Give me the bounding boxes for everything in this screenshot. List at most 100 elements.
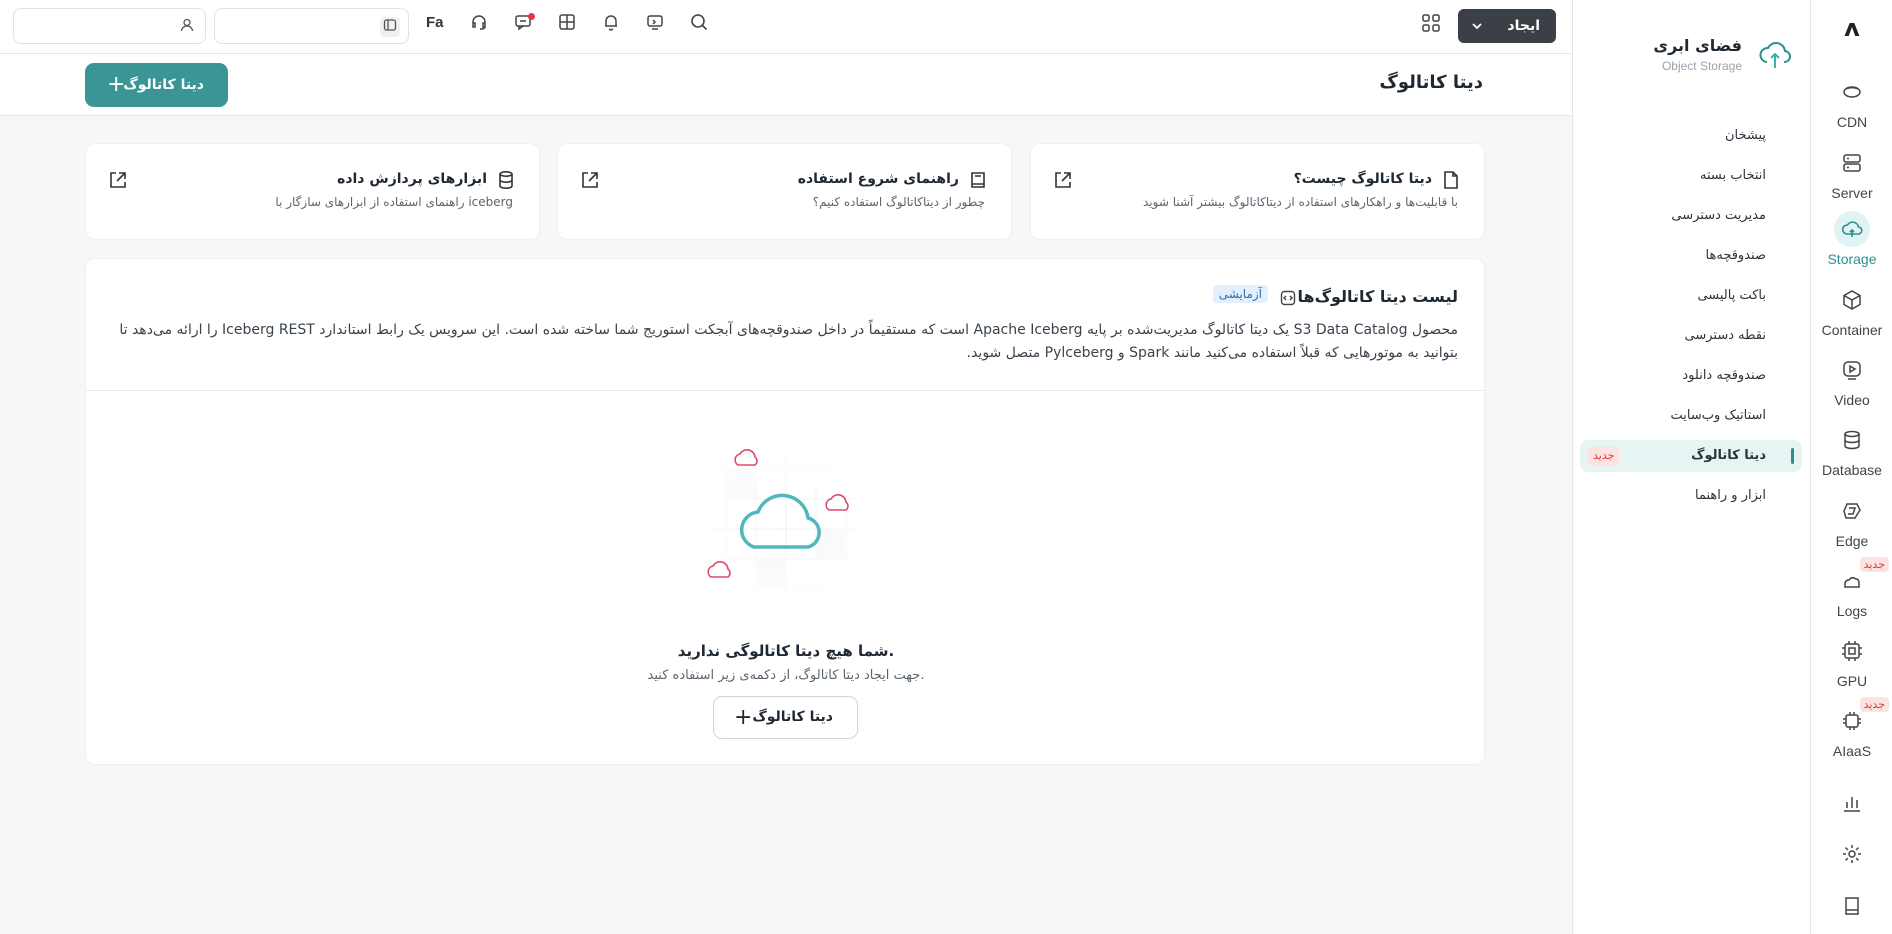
plus-icon: + (107, 72, 126, 97)
sidebar-item-label: ابزار و راهنما (1695, 488, 1766, 503)
sidebar-toggle-icon (380, 17, 400, 37)
rail-item-storage[interactable]: Storage (1811, 211, 1892, 267)
empty-state-title: شما هیچ دیتا کاتالوگی ندارید. (677, 642, 895, 660)
rail-item-gpu[interactable]: GPU (1811, 633, 1892, 689)
empty-state-illustration (686, 429, 886, 619)
rail-item-settings[interactable] (1811, 836, 1892, 872)
rail-item-cdn[interactable]: CDN (1811, 74, 1892, 130)
chat-icon[interactable] (510, 13, 536, 39)
rail-item-label: GPU (1836, 673, 1868, 689)
company-logo[interactable]: ʌ (1811, 14, 1892, 46)
new-badge: جدید (1859, 697, 1889, 712)
sidebar-item-label: نقطه دسترسی (1684, 328, 1766, 343)
rail-item-edge[interactable]: Edge (1811, 493, 1892, 549)
search-input[interactable] (214, 8, 409, 44)
sidebar-item-label: صندوقچه دانلود (1682, 368, 1766, 383)
card-getting-started[interactable]: راهنمای شروع استفاده چطور از دیتاکاتالوگ… (557, 143, 1012, 240)
sidebar-item-access-management[interactable]: مدیریت دسترسی (1580, 200, 1802, 232)
add-data-catalog-label: دیتا کاتالوگ (123, 77, 204, 93)
card-title: راهنمای شروع استفاده (797, 171, 959, 187)
sidebar-item-download-bucket[interactable]: صندوقچه دانلود (1580, 360, 1802, 392)
sidebar-item-label: پیشخان (1724, 128, 1766, 143)
server-icon (1834, 145, 1870, 181)
screen-icon[interactable] (642, 13, 668, 39)
empty-state-desc: جهت ایجاد دیتا کاتالوگ، از دکمه‌ی زیر اس… (647, 668, 925, 683)
catalog-list-panel: لیست دیتا کاتالوگ‌ها آزمایشی محصول S3 Da… (85, 258, 1486, 765)
sidebar-item-label: دیتا کاتالوگ (1691, 448, 1766, 463)
rail-item-video[interactable]: Video (1811, 352, 1892, 408)
sidebar-item-label: استاتیک وب‌سایت (1670, 408, 1766, 423)
chart-icon (1834, 785, 1870, 821)
calculator-icon[interactable] (554, 13, 580, 39)
rail-item-container[interactable]: Container (1811, 282, 1892, 338)
rail-item-reports[interactable] (1811, 785, 1892, 821)
sidebar-item-data-catalog[interactable]: دیتا کاتالوگ جدید (1580, 440, 1802, 472)
chevron-down-icon (1472, 9, 1482, 58)
plus-icon: + (734, 705, 753, 730)
external-link-icon[interactable] (1053, 170, 1073, 194)
user-field[interactable] (13, 8, 206, 44)
sidebar-item-buckets[interactable]: صندوقچه‌ها (1580, 240, 1802, 272)
rail-item-server[interactable]: Server (1811, 145, 1892, 201)
new-badge: جدید (1859, 557, 1889, 572)
sidebar-item-dashboard[interactable]: پیشخان (1580, 120, 1802, 152)
top-bar: ایجاد Fa (0, 0, 1574, 54)
product-rail: ʌ CDN Server Storage Container Video Dat… (1810, 0, 1892, 934)
sidebar-item-access-point[interactable]: نقطه دسترسی (1580, 320, 1802, 352)
brand: فضای ابری Object Storage (1582, 34, 1792, 84)
page-title: دیتا کاتالوگ (1379, 72, 1483, 93)
secondary-sidebar: فضای ابری Object Storage پیشخان انتخاب ب… (1572, 0, 1810, 934)
book-icon (1834, 888, 1870, 924)
external-link-icon[interactable] (108, 170, 128, 194)
search-icon[interactable] (686, 13, 712, 39)
add-data-catalog-button[interactable]: دیتا کاتالوگ + (85, 63, 228, 107)
bell-icon[interactable] (598, 13, 624, 39)
cube-icon (1834, 282, 1870, 318)
sidebar-item-bucket-policy[interactable]: باکت پالیسی (1580, 280, 1802, 312)
language-switch[interactable]: Fa (426, 14, 444, 31)
divider (86, 390, 1486, 391)
rail-item-docs[interactable] (1811, 888, 1892, 924)
sidebar-item-label: صندوقچه‌ها (1705, 248, 1766, 263)
brand-subtitle: Object Storage (1661, 59, 1742, 73)
headset-icon[interactable] (466, 13, 492, 39)
rail-item-label: Video (1834, 392, 1870, 408)
apps-grid-icon[interactable] (1418, 13, 1444, 39)
rail-item-database[interactable]: Database (1811, 422, 1892, 478)
card-what-is[interactable]: دیتا کاتالوگ چیست؟ با قابلیت‌ها و راهکار… (1030, 143, 1485, 240)
create-button[interactable]: ایجاد (1458, 9, 1556, 43)
sidebar-item-label: انتخاب بسته (1700, 168, 1766, 183)
notification-dot (528, 13, 535, 20)
external-link-icon[interactable] (580, 170, 600, 194)
gear-icon (1834, 836, 1870, 872)
empty-add-label: دیتا کاتالوگ (752, 709, 833, 725)
card-title: دیتا کاتالوگ چیست؟ (1293, 171, 1432, 187)
card-desc: چطور از دیتاکاتالوگ استفاده کنیم؟ (812, 195, 985, 209)
code-icon (1280, 290, 1296, 310)
rail-item-label: AIaaS (1832, 743, 1872, 759)
app-root: ایجاد Fa دیتا کاتالوگ دیتا کاتالوگ + دیت… (0, 0, 1892, 934)
edge-icon (1834, 493, 1870, 529)
user-icon (177, 17, 197, 37)
sidebar-item-static-website[interactable]: استاتیک وب‌سایت (1580, 400, 1802, 432)
card-data-tools[interactable]: ابزارهای پردازش داده راهنمای استفاده از … (85, 143, 540, 240)
new-badge: جدید (1588, 447, 1620, 465)
rail-item-label: Database (1822, 462, 1882, 478)
card-desc: با قابلیت‌ها و راهکارهای استفاده از دیتا… (1142, 195, 1458, 209)
rail-item-aiaas[interactable]: جدید AIaaS (1811, 697, 1892, 759)
sidebar-item-tools-guide[interactable]: ابزار و راهنما (1580, 480, 1802, 512)
empty-add-data-catalog-button[interactable]: دیتا کاتالوگ + (713, 696, 858, 739)
file-icon (1442, 170, 1460, 194)
database-icon (497, 170, 515, 194)
experimental-badge: آزمایشی (1212, 285, 1268, 303)
sidebar-item-label: مدیریت دسترسی (1671, 208, 1766, 223)
rail-item-label: Edge (1835, 533, 1869, 549)
rail-item-label: Storage (1827, 251, 1877, 267)
sidebar-nav: پیشخان انتخاب بسته مدیریت دسترسی صندوقچه… (1572, 120, 1810, 520)
page-header: دیتا کاتالوگ دیتا کاتالوگ + (0, 54, 1574, 116)
panel-description: محصول S3 Data Catalog یک دیتا کاتالوگ مد… (119, 322, 1458, 361)
sidebar-item-select-plan[interactable]: انتخاب بسته (1580, 160, 1802, 192)
panel-title: لیست دیتا کاتالوگ‌ها (1297, 287, 1458, 306)
rail-item-logs[interactable]: جدید Logs (1811, 557, 1892, 619)
chip-icon (1834, 633, 1870, 669)
